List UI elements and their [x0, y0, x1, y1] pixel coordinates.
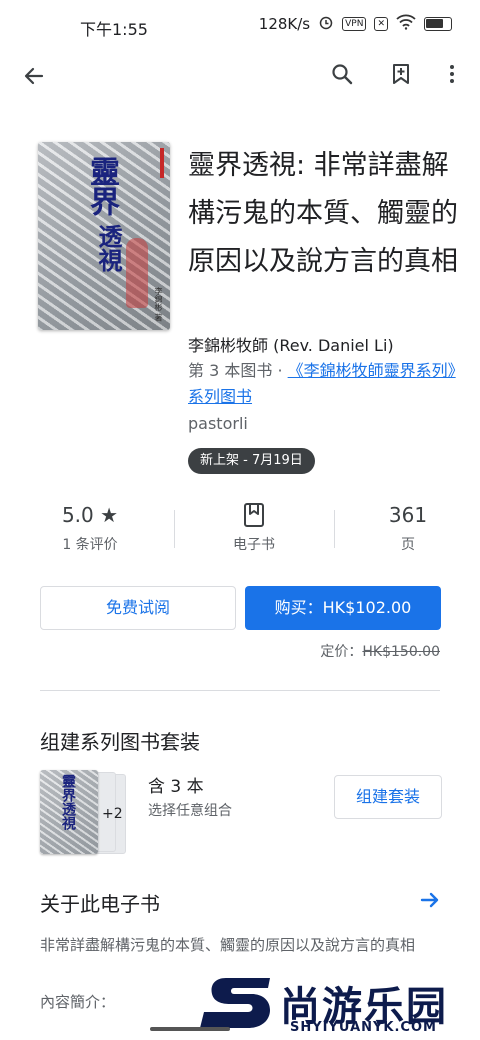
pages-stat: 361 页	[358, 500, 458, 554]
cover-title-top: 靈界	[84, 156, 119, 216]
cover-series-tag	[160, 148, 164, 178]
watermark-logo-icon	[200, 978, 270, 1028]
star-icon: ★	[100, 503, 119, 527]
rating-label: 1 条评价	[62, 537, 118, 553]
arrow-right-icon[interactable]	[418, 888, 442, 912]
buy-button[interactable]: 购买：HK$102.00	[245, 586, 441, 630]
about-description: 非常詳盡解構污鬼的本質、觸靈的原因以及說方言的真相	[40, 936, 416, 954]
home-indicator[interactable]	[150, 1027, 230, 1031]
net-speed: 128K/s	[258, 15, 311, 33]
pages-label: 页	[401, 537, 415, 553]
list-price-label: 定价：	[320, 644, 363, 660]
search-icon[interactable]	[322, 54, 362, 94]
rating-value: 5.0	[61, 503, 94, 527]
about-intro-label: 內容簡介：	[40, 993, 116, 1011]
book-title: 靈界透視: 非常詳盡解構污鬼的本質、觸靈的原因以及說方言的真相	[188, 150, 458, 277]
list-price-value: HK$150.00	[362, 644, 440, 660]
status-icons: 128K/s VPN ✕	[259, 14, 452, 34]
cover-figure	[126, 238, 148, 308]
bundle-cover-title: 靈界透視	[60, 774, 76, 830]
cover-title-bottom: 透視	[94, 224, 123, 272]
list-price: 定价：HK$150.00	[320, 641, 440, 661]
bundle-section-title: 组建系列图书套装	[40, 730, 200, 754]
format-stat: 电子书	[194, 500, 314, 554]
bundle-more-count: +2	[102, 806, 123, 822]
bundle-cover: 靈界透視	[40, 770, 98, 854]
sim-off-icon: ✕	[374, 17, 388, 31]
app-bar	[0, 52, 480, 100]
bundle-cover-stack[interactable]: 靈界透視 +2	[40, 770, 132, 856]
back-arrow-icon[interactable]	[14, 56, 54, 96]
about-section-title[interactable]: 关于此电子书	[40, 888, 160, 917]
section-divider	[40, 690, 440, 691]
new-release-badge: 新上架 - 7月19日	[188, 448, 315, 474]
cover-author: 李錦彬 著	[154, 287, 163, 322]
bundle-subtext: 选择任意组合	[148, 803, 232, 819]
watermark-url: SHYIYUANYK.COM	[290, 1020, 437, 1035]
wifi-icon	[396, 14, 416, 34]
alarm-icon	[318, 14, 334, 34]
vpn-icon: VPN	[342, 17, 367, 31]
publisher: pastorli	[188, 414, 248, 433]
status-time: 下午1:55	[80, 20, 148, 39]
watermark: 尚游乐园 SHYIYUANYK.COM	[200, 972, 470, 1038]
build-bundle-button[interactable]: 组建套装	[334, 775, 442, 819]
bookmark-add-icon[interactable]	[381, 54, 421, 94]
free-sample-button[interactable]: 免费试阅	[40, 586, 236, 630]
ebook-icon	[194, 500, 314, 530]
format-label: 电子书	[233, 537, 275, 553]
rating-stat[interactable]: 5.0 ★ 1 条评价	[40, 500, 140, 554]
series-info: 第 3 本图书 · 《李錦彬牧師靈界系列》系列图书	[188, 358, 460, 410]
bundle-count: 含 3 本	[148, 777, 204, 797]
status-bar: 下午1:55 128K/s VPN ✕	[0, 0, 480, 52]
battery-icon	[424, 17, 452, 31]
book-author[interactable]: 李錦彬牧師 (Rev. Daniel Li)	[188, 332, 394, 356]
book-cover[interactable]: 靈界 透視 李錦彬 著	[38, 142, 170, 330]
pages-value: 361	[388, 503, 428, 527]
series-prefix: 第 3 本图书 ·	[188, 361, 288, 380]
stats-row: 5.0 ★ 1 条评价 电子书 361 页	[0, 500, 480, 566]
more-vert-icon[interactable]	[432, 54, 472, 94]
